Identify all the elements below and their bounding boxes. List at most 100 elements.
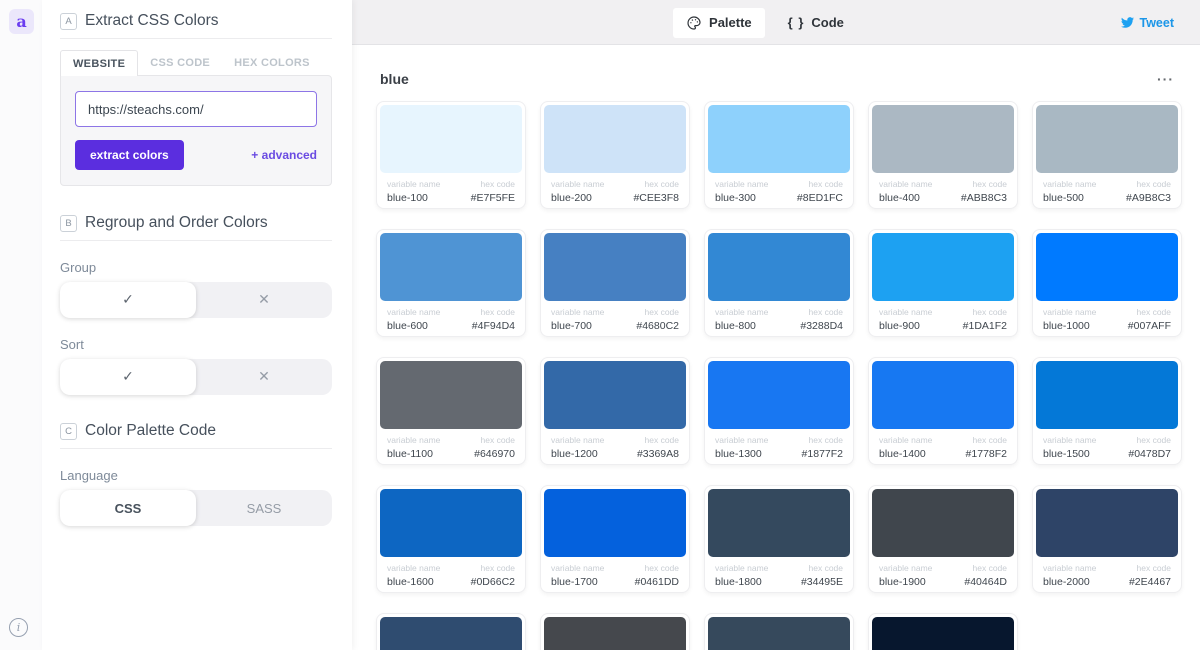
- check-icon: ✓: [122, 292, 134, 308]
- hex-code-value: #1778F2: [966, 448, 1007, 460]
- section-regroup-heading: B Regroup and Order Colors: [60, 214, 332, 241]
- hex-code-column: hex code #1877F2: [802, 435, 843, 460]
- color-card[interactable]: variable name blue-2000 hex code #2E4467: [1032, 485, 1182, 593]
- tweet-button[interactable]: Tweet: [1120, 0, 1175, 45]
- sass-option-label: SASS: [247, 501, 282, 516]
- color-card[interactable]: variable name blue-1100 hex code #646970: [376, 357, 526, 465]
- hex-code-value: #E7F5FE: [471, 192, 515, 204]
- language-option-css[interactable]: CSS: [60, 490, 196, 526]
- advanced-link[interactable]: + advanced: [251, 148, 317, 162]
- color-card[interactable]: variable name blue-800 hex code #3288D4: [704, 229, 854, 337]
- variable-name-column: variable name blue-500: [1043, 179, 1096, 204]
- group-toggle: ✓ ✕: [60, 282, 332, 318]
- variable-name-value: blue-1500: [1043, 448, 1096, 460]
- color-swatch: [380, 489, 522, 557]
- sort-toggle-off[interactable]: ✕: [196, 359, 332, 395]
- ellipsis-menu-icon[interactable]: ···: [1157, 75, 1174, 83]
- color-swatch: [380, 233, 522, 301]
- variable-name-label: variable name: [879, 179, 932, 189]
- hex-code-value: #1DA1F2: [963, 320, 1007, 332]
- info-icon[interactable]: i: [9, 618, 28, 637]
- color-card[interactable]: variable name hex code: [868, 613, 1018, 650]
- hex-code-value: #CEE3F8: [633, 192, 679, 204]
- color-swatch: [708, 617, 850, 650]
- color-card[interactable]: variable name hex code: [376, 613, 526, 650]
- hex-code-column: hex code #2E4467: [1129, 563, 1171, 588]
- tab-palette[interactable]: Palette: [673, 8, 765, 38]
- sort-toggle-on[interactable]: ✓: [60, 359, 196, 395]
- variable-name-column: variable name blue-1500: [1043, 435, 1096, 460]
- group-toggle-on[interactable]: ✓: [60, 282, 196, 318]
- color-card-footer: variable name blue-400 hex code #ABB8C3: [872, 173, 1014, 204]
- color-card[interactable]: variable name blue-300 hex code #8ED1FC: [704, 101, 854, 209]
- tab-css-code[interactable]: CSS CODE: [138, 50, 222, 75]
- color-card[interactable]: variable name blue-1800 hex code #34495E: [704, 485, 854, 593]
- hex-code-label: hex code: [1129, 563, 1171, 573]
- extract-colors-button[interactable]: extract colors: [75, 140, 184, 170]
- variable-name-column: variable name blue-2000: [1043, 563, 1096, 588]
- color-card-footer: variable name blue-300 hex code #8ED1FC: [708, 173, 850, 204]
- hex-code-label: hex code: [472, 307, 515, 317]
- variable-name-label: variable name: [1043, 435, 1096, 445]
- hex-code-label: hex code: [963, 307, 1007, 317]
- color-swatch: [708, 233, 850, 301]
- hex-code-value: #1877F2: [802, 448, 843, 460]
- color-swatch: [380, 361, 522, 429]
- variable-name-column: variable name blue-1900: [879, 563, 932, 588]
- color-card[interactable]: variable name blue-1400 hex code #1778F2: [868, 357, 1018, 465]
- color-card[interactable]: variable name blue-900 hex code #1DA1F2: [868, 229, 1018, 337]
- hex-code-value: #0D66C2: [471, 576, 515, 588]
- group-toggle-off[interactable]: ✕: [196, 282, 332, 318]
- color-card-footer: variable name blue-200 hex code #CEE3F8: [544, 173, 686, 204]
- variable-name-label: variable name: [1043, 307, 1096, 317]
- color-card[interactable]: variable name blue-1000 hex code #007AFF: [1032, 229, 1182, 337]
- color-swatch: [380, 617, 522, 650]
- color-swatch: [544, 617, 686, 650]
- color-card[interactable]: variable name blue-1500 hex code #0478D7: [1032, 357, 1182, 465]
- color-card[interactable]: variable name blue-1900 hex code #40464D: [868, 485, 1018, 593]
- app-logo[interactable]: a: [9, 9, 34, 34]
- color-card[interactable]: variable name blue-1700 hex code #0461DD: [540, 485, 690, 593]
- color-card[interactable]: variable name blue-1600 hex code #0D66C2: [376, 485, 526, 593]
- color-swatch: [872, 105, 1014, 173]
- variable-name-value: blue-300: [715, 192, 768, 204]
- color-card[interactable]: variable name blue-500 hex code #A9B8C3: [1032, 101, 1182, 209]
- tab-hex-colors[interactable]: HEX COLORS: [222, 50, 322, 75]
- hex-code-value: #40464D: [964, 576, 1007, 588]
- hex-code-column: hex code #ABB8C3: [961, 179, 1007, 204]
- color-card[interactable]: variable name blue-1200 hex code #3369A8: [540, 357, 690, 465]
- hex-code-value: #3288D4: [800, 320, 843, 332]
- color-card[interactable]: variable name blue-600 hex code #4F94D4: [376, 229, 526, 337]
- color-card[interactable]: variable name blue-1300 hex code #1877F2: [704, 357, 854, 465]
- color-card[interactable]: variable name hex code: [704, 613, 854, 650]
- variable-name-value: blue-600: [387, 320, 440, 332]
- url-input[interactable]: [75, 91, 317, 127]
- color-card[interactable]: variable name hex code: [540, 613, 690, 650]
- variable-name-label: variable name: [879, 563, 932, 573]
- color-swatch: [544, 489, 686, 557]
- language-option-sass[interactable]: SASS: [196, 490, 332, 526]
- section-title-regroup: Regroup and Order Colors: [85, 214, 268, 232]
- variable-name-value: blue-800: [715, 320, 768, 332]
- variable-name-value: blue-1300: [715, 448, 768, 460]
- variable-name-column: variable name blue-1700: [551, 563, 604, 588]
- variable-name-column: variable name blue-600: [387, 307, 440, 332]
- hex-code-label: hex code: [802, 435, 843, 445]
- tab-website[interactable]: WEBSITE: [60, 50, 138, 76]
- variable-name-label: variable name: [551, 179, 604, 189]
- variable-name-column: variable name blue-100: [387, 179, 440, 204]
- x-icon: ✕: [258, 369, 270, 385]
- variable-name-label: variable name: [551, 435, 604, 445]
- section-title-extract: Extract CSS Colors: [85, 12, 219, 30]
- hex-code-label: hex code: [637, 435, 679, 445]
- color-card[interactable]: variable name blue-700 hex code #4680C2: [540, 229, 690, 337]
- color-card-footer: variable name blue-900 hex code #1DA1F2: [872, 301, 1014, 332]
- group-label: Group: [60, 260, 332, 275]
- color-card-footer: variable name blue-700 hex code #4680C2: [544, 301, 686, 332]
- tab-code[interactable]: { } Code: [775, 8, 857, 37]
- color-card[interactable]: variable name blue-100 hex code #E7F5FE: [376, 101, 526, 209]
- color-card[interactable]: variable name blue-200 hex code #CEE3F8: [540, 101, 690, 209]
- hex-code-column: hex code #4680C2: [636, 307, 679, 332]
- variable-name-column: variable name blue-1600: [387, 563, 440, 588]
- color-card[interactable]: variable name blue-400 hex code #ABB8C3: [868, 101, 1018, 209]
